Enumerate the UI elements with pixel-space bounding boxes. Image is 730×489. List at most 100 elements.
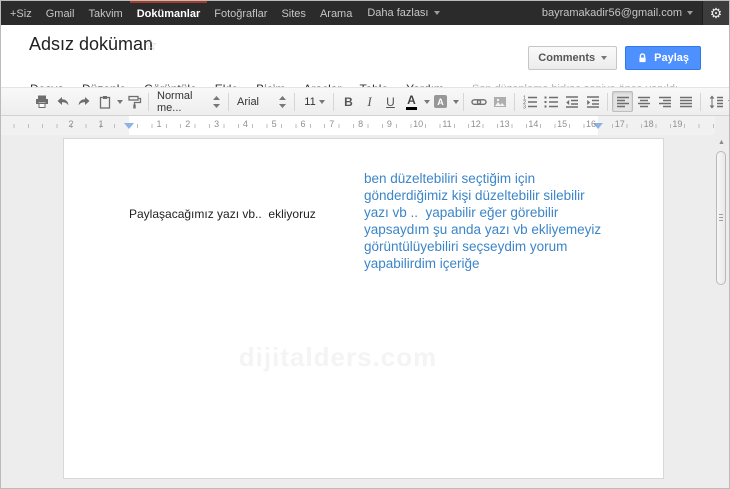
bold-button[interactable]: B	[338, 91, 359, 112]
font-size-dropdown[interactable]: 11	[299, 91, 329, 112]
ruler-number: 16	[585, 119, 597, 129]
document-text-line: gönderdiğimiz kişi düzeltebilir silebili…	[364, 188, 585, 203]
document-text-line: yazı vb .. yapabilir eğer görebilir	[364, 205, 559, 220]
topbar-nav-item[interactable]: Dokümanlar	[129, 1, 208, 25]
account-menu[interactable]: bayramakadir56@gmail.com	[533, 1, 702, 25]
topbar-more-menu[interactable]: Daha fazlası	[359, 1, 447, 25]
topbar-nav-item[interactable]: +Siz	[3, 1, 39, 25]
increase-indent-button[interactable]	[582, 91, 603, 112]
insert-link-button[interactable]	[468, 91, 489, 112]
decrease-indent-button[interactable]	[561, 91, 582, 112]
align-right-button[interactable]	[654, 91, 675, 112]
font-size-value: 11	[304, 95, 316, 108]
ruler-number: 8	[358, 119, 364, 129]
highlight-letter: A	[434, 95, 447, 108]
ruler-number: 18	[643, 119, 654, 129]
share-label: Paylaş	[654, 52, 689, 64]
align-left-button[interactable]	[612, 91, 633, 112]
document-area: Paylaşacağımız yazı vb.. ekliyoruz ben d…	[1, 135, 729, 488]
ruler-number: 11	[442, 119, 452, 129]
chevron-down-icon	[687, 11, 693, 15]
document-text[interactable]: Paylaşacağımız yazı vb.. ekliyoruz	[129, 207, 316, 221]
topbar-nav-item[interactable]: Gmail	[39, 1, 82, 25]
highlight-color-button[interactable]: A	[430, 91, 451, 112]
document-title[interactable]: Adsız doküman	[29, 34, 153, 55]
updown-icon	[213, 95, 220, 108]
ruler-number: 15	[557, 119, 568, 129]
ruler-number: 14	[528, 119, 539, 129]
ruler-number: 13	[499, 119, 510, 129]
scrollbar-thumb[interactable]	[716, 151, 726, 285]
document-page[interactable]: Paylaşacağımız yazı vb.. ekliyoruz ben d…	[63, 138, 664, 479]
insert-image-button[interactable]	[489, 91, 510, 112]
line-spacing-button[interactable]	[705, 91, 726, 112]
text-color-button[interactable]: A	[401, 91, 422, 112]
ruler-number: 1	[156, 119, 162, 129]
ruler-number: 17	[614, 119, 625, 129]
text-color-letter: A	[406, 92, 417, 110]
topbar-right: bayramakadir56@gmail.com ⚙	[533, 1, 729, 25]
scrollbar-grip	[719, 214, 723, 221]
document-blue-text[interactable]: ben düzeltebiliri seçtiğim için gönderdiğ…	[364, 170, 601, 272]
document-text-line: yapsaydım şu anda yazı vb ekliyemeyiz	[364, 222, 602, 237]
undo-button[interactable]	[52, 91, 73, 112]
svg-text:3: 3	[523, 104, 526, 109]
more-label: Daha fazlası	[367, 7, 429, 19]
align-center-button[interactable]	[633, 91, 654, 112]
bulleted-list-button[interactable]	[540, 91, 561, 112]
chevron-down-icon[interactable]	[453, 99, 459, 104]
document-text-line: yapabilirdim içeriğe	[364, 256, 480, 271]
redo-button[interactable]	[73, 91, 94, 112]
toolbar-separator	[700, 92, 701, 111]
lock-icon	[637, 52, 648, 64]
toolbar-separator	[228, 92, 229, 111]
share-button[interactable]: Paylaş	[625, 46, 701, 70]
ruler-number: 5	[271, 119, 277, 129]
ruler-number: 2	[68, 119, 74, 129]
vertical-scrollbar[interactable]: ▲	[715, 135, 728, 488]
styles-dropdown[interactable]: Normal me...	[153, 89, 224, 114]
ruler[interactable]: 2 1 1 2 3 4 5 6 7 8 9 10 11 12 13 14 15 16 17 18 19	[1, 116, 715, 135]
toolbar-separator	[294, 92, 295, 111]
ruler-number: 9	[386, 119, 392, 129]
watermark: dijitalders.com	[238, 342, 438, 372]
chevron-down-icon	[433, 11, 440, 15]
font-dropdown[interactable]: Arial	[233, 91, 290, 112]
toolbar-separator	[333, 92, 334, 111]
topbar-nav-item[interactable]: Fotoğraflar	[207, 1, 274, 25]
paint-format-button[interactable]	[123, 91, 144, 112]
google-docs-window: +Siz Gmail Takvim Dokümanlar Fotoğraflar Site…	[0, 0, 730, 489]
google-services-nav: +Siz Gmail Takvim Dokümanlar Fotoğraflar Site…	[3, 1, 359, 25]
ruler-number: 2	[185, 119, 191, 129]
italic-button[interactable]: I	[359, 91, 380, 112]
topbar-nav-item[interactable]: Arama	[313, 1, 359, 25]
comments-label: Comments	[538, 52, 596, 64]
gear-icon: ⚙	[709, 5, 723, 21]
star-icon[interactable]: ☆	[144, 36, 157, 54]
left-indent-marker[interactable]	[124, 123, 134, 129]
ruler-number: 6	[300, 119, 306, 129]
toolbar: Normal me... Arial 11 B I U A A 1 2 3	[1, 87, 729, 116]
styles-value: Normal me...	[157, 89, 193, 114]
font-value: Arial	[237, 95, 260, 108]
topbar-nav-item[interactable]: Sites	[274, 1, 312, 25]
document-header: Adsız doküman ☆ Comments Paylaş DosyaDüz…	[1, 25, 729, 96]
toolbar-separator	[607, 92, 608, 111]
document-text-line: ben düzeltebiliri seçtiğim için	[364, 171, 536, 186]
paste-button[interactable]	[94, 91, 115, 112]
justify-button[interactable]	[675, 91, 696, 112]
toolbar-separator	[148, 92, 149, 111]
updown-icon	[279, 95, 286, 108]
topbar-nav-item[interactable]: Takvim	[81, 1, 129, 25]
comments-button[interactable]: Comments	[528, 46, 618, 70]
numbered-list-button[interactable]: 123	[519, 91, 540, 112]
print-button[interactable]	[31, 91, 52, 112]
google-topbar: +Siz Gmail Takvim Dokümanlar Fotoğraflar Site…	[1, 1, 729, 25]
ruler-number: 1	[98, 119, 104, 129]
underline-button[interactable]: U	[380, 91, 401, 112]
ruler-number: 12	[470, 119, 481, 129]
chevron-down-icon	[601, 56, 608, 60]
ruler-number: 3	[214, 119, 220, 129]
scrollbar-up-arrow[interactable]: ▲	[715, 137, 728, 149]
settings-button[interactable]: ⚙	[702, 1, 729, 25]
